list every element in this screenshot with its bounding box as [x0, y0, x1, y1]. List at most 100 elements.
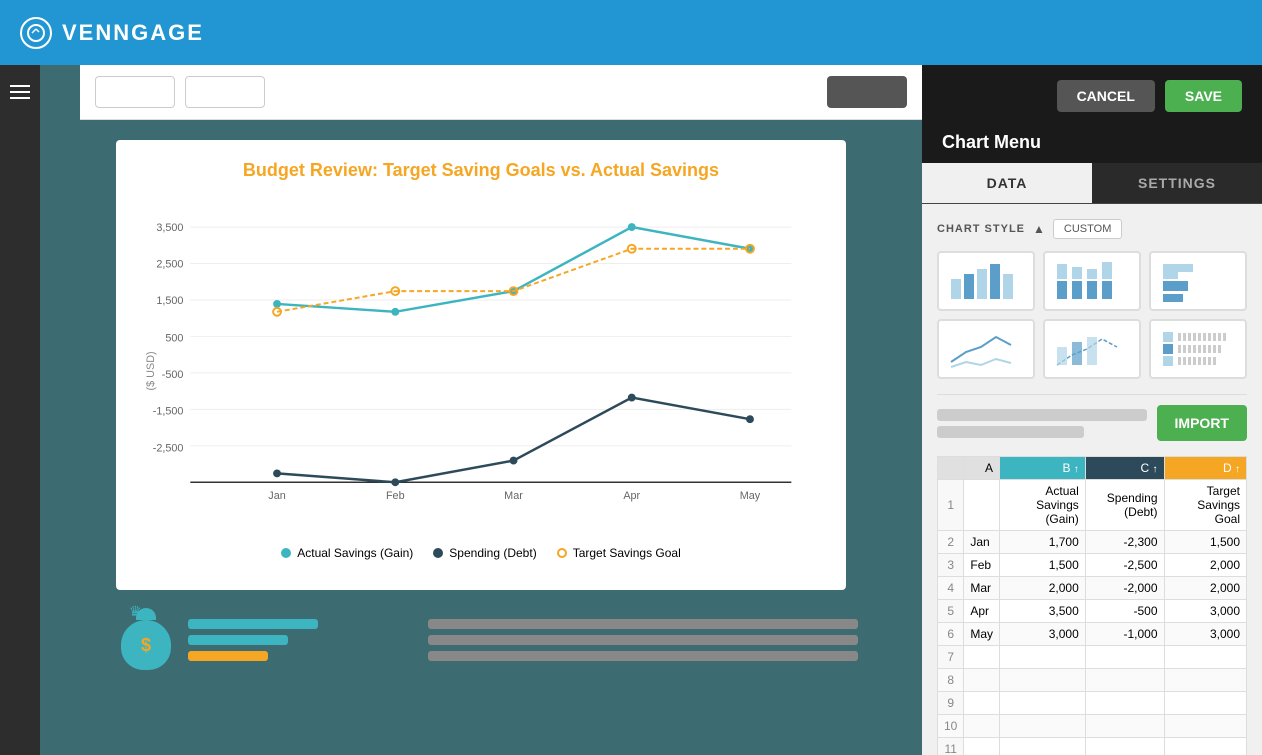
col-header-d[interactable]: D ↑ [1164, 457, 1246, 480]
tab-settings[interactable]: SETTINGS [1092, 163, 1262, 203]
chart-title: Budget Review: Target Saving Goals vs. A… [146, 160, 816, 181]
legend-item-spending: Spending (Debt) [433, 546, 536, 560]
cell-a[interactable]: May [964, 623, 1000, 646]
table-row[interactable]: 11 [938, 738, 1247, 755]
chart-type-item-3[interactable] [1149, 251, 1247, 311]
cell-c[interactable]: -2,500 [1085, 554, 1164, 577]
right-panel: CANCEL SAVE Chart Menu DATA SETTINGS CHA… [922, 65, 1262, 755]
chart-type-item-4[interactable] [937, 319, 1035, 379]
chart-type-item-5[interactable] [1043, 319, 1141, 379]
table-row[interactable]: 5Apr3,500-5003,000 [938, 600, 1247, 623]
logo-area: VENNGAGE [20, 17, 204, 49]
cell-c[interactable]: -2,300 [1085, 531, 1164, 554]
cell-c[interactable]: -2,000 [1085, 577, 1164, 600]
cell-a[interactable] [964, 715, 1000, 738]
cell-d[interactable] [1164, 738, 1246, 755]
svg-text:Mar: Mar [504, 490, 523, 502]
cell-a[interactable]: Mar [964, 577, 1000, 600]
cell-d[interactable] [1164, 646, 1246, 669]
table-row[interactable]: 10 [938, 715, 1247, 738]
chart-style-section: CHART STYLE ▲ CUSTOM [937, 219, 1247, 239]
cell-b[interactable]: 3,000 [1000, 623, 1086, 646]
cell-b[interactable]: 3,500 [1000, 600, 1086, 623]
cell-d[interactable]: Target Savings Goal [1164, 480, 1246, 531]
cell-a[interactable] [964, 738, 1000, 755]
cell-a[interactable]: Jan [964, 531, 1000, 554]
col-header-a: A [964, 457, 1000, 480]
cell-c[interactable]: Spending (Debt) [1085, 480, 1164, 531]
left-progress-bars [188, 619, 318, 661]
cell-b[interactable] [1000, 669, 1086, 692]
import-bar-short [937, 426, 1084, 438]
chart-card[interactable]: Budget Review: Target Saving Goals vs. A… [116, 140, 846, 590]
table-row[interactable]: 2Jan1,700-2,3001,500 [938, 531, 1247, 554]
chart-type-svg-6 [1158, 327, 1238, 372]
table-row[interactable]: 8 [938, 669, 1247, 692]
cell-c[interactable] [1085, 646, 1164, 669]
hamburger-line3 [10, 97, 30, 99]
table-row[interactable]: 9 [938, 692, 1247, 715]
canvas-content: Budget Review: Target Saving Goals vs. A… [40, 120, 922, 755]
cell-b[interactable] [1000, 692, 1086, 715]
cell-d[interactable] [1164, 692, 1246, 715]
cell-a[interactable] [964, 692, 1000, 715]
chart-type-item-6[interactable] [1149, 319, 1247, 379]
toolbar-btn-dark[interactable] [827, 76, 907, 108]
chart-style-arrow-icon: ▲ [1033, 222, 1045, 236]
import-button[interactable]: IMPORT [1157, 405, 1247, 441]
cell-c[interactable]: -1,000 [1085, 623, 1164, 646]
col-header-c[interactable]: C ↑ [1085, 457, 1164, 480]
cell-b[interactable] [1000, 715, 1086, 738]
cell-b[interactable]: 1,500 [1000, 554, 1086, 577]
legend-dot-target [557, 548, 567, 558]
save-button[interactable]: SAVE [1165, 80, 1242, 112]
cell-a[interactable] [964, 669, 1000, 692]
cell-d[interactable]: 3,000 [1164, 623, 1246, 646]
row-number: 9 [938, 692, 964, 715]
table-row[interactable]: 7 [938, 646, 1247, 669]
table-row[interactable]: 6May3,000-1,0003,000 [938, 623, 1247, 646]
cell-c[interactable] [1085, 715, 1164, 738]
col-header-empty [938, 457, 964, 480]
cell-d[interactable]: 1,500 [1164, 531, 1246, 554]
menu-button[interactable] [10, 85, 30, 99]
cell-a[interactable] [964, 480, 1000, 531]
tab-data-label: DATA [987, 175, 1028, 191]
toolbar-btn1[interactable] [95, 76, 175, 108]
table-row[interactable]: 4Mar2,000-2,0002,000 [938, 577, 1247, 600]
row-number: 7 [938, 646, 964, 669]
cell-c[interactable] [1085, 738, 1164, 755]
chart-type-item-2[interactable] [1043, 251, 1141, 311]
row-number: 11 [938, 738, 964, 755]
cell-d[interactable] [1164, 715, 1246, 738]
cell-a[interactable] [964, 646, 1000, 669]
cell-c[interactable] [1085, 669, 1164, 692]
chart-type-grid [937, 251, 1247, 379]
cell-a[interactable]: Feb [964, 554, 1000, 577]
import-area: IMPORT [937, 405, 1247, 441]
toolbar-btn2[interactable] [185, 76, 265, 108]
cell-b[interactable] [1000, 738, 1086, 755]
cell-b[interactable]: Actual Savings (Gain) [1000, 480, 1086, 531]
cancel-button[interactable]: CANCEL [1057, 80, 1155, 112]
row-number: 5 [938, 600, 964, 623]
table-container[interactable]: A B ↑ C ↑ D ↑ 1Actual Savings (Gain)Spen… [937, 456, 1247, 755]
cell-d[interactable] [1164, 669, 1246, 692]
cell-b[interactable] [1000, 646, 1086, 669]
table-row[interactable]: 1Actual Savings (Gain)Spending (Debt)Tar… [938, 480, 1247, 531]
cell-c[interactable] [1085, 692, 1164, 715]
money-bag-icon: ♛ $ [116, 605, 176, 675]
cell-d[interactable]: 2,000 [1164, 554, 1246, 577]
cell-b[interactable]: 2,000 [1000, 577, 1086, 600]
cell-d[interactable]: 3,000 [1164, 600, 1246, 623]
tab-data[interactable]: DATA [922, 163, 1092, 203]
cell-c[interactable]: -500 [1085, 600, 1164, 623]
cell-d[interactable]: 2,000 [1164, 577, 1246, 600]
table-row[interactable]: 3Feb1,500-2,5002,000 [938, 554, 1247, 577]
cell-a[interactable]: Apr [964, 600, 1000, 623]
cell-b[interactable]: 1,700 [1000, 531, 1086, 554]
chart-type-item-1[interactable] [937, 251, 1035, 311]
logo-icon [20, 17, 52, 49]
chart-type-svg-5 [1052, 327, 1132, 372]
col-header-b[interactable]: B ↑ [1000, 457, 1086, 480]
